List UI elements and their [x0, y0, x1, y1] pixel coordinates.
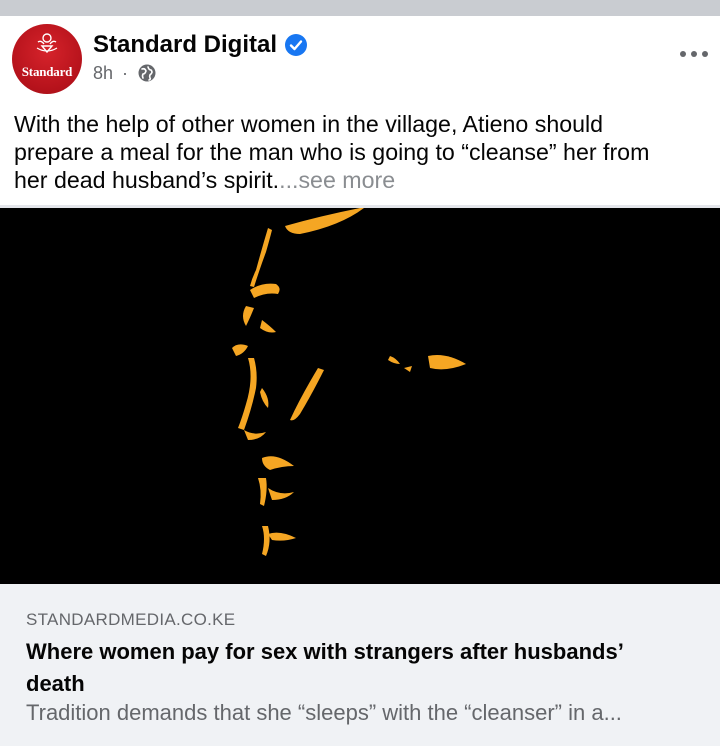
- post-message: With the help of other women in the vill…: [14, 110, 714, 194]
- silhouette-face-image: [0, 208, 720, 584]
- page-name-row: Standard Digital: [93, 30, 308, 60]
- globe-icon[interactable]: [137, 63, 157, 83]
- verified-badge-icon: [285, 34, 308, 56]
- post-text-line: With the help of other women in the vill…: [14, 111, 604, 137]
- post-text-line: prepare a meal for the man who is going …: [14, 139, 650, 165]
- meta-separator: ·: [122, 62, 129, 83]
- see-more-link[interactable]: ...see more: [279, 167, 395, 193]
- post-meta: 8h ·: [93, 60, 157, 86]
- link-preview-image[interactable]: [0, 208, 720, 584]
- page-avatar[interactable]: Standard: [12, 24, 82, 94]
- link-domain: STANDARDMEDIA.CO.KE: [26, 610, 236, 629]
- link-title: Where women pay for sex with strangers a…: [26, 636, 686, 700]
- post-timestamp[interactable]: 8h: [93, 63, 113, 84]
- link-description: Tradition demands that she “sleeps” with…: [26, 700, 622, 725]
- post-text-line-last: her dead husband’s spirit....see more: [14, 166, 714, 194]
- more-options-icon[interactable]: [678, 48, 710, 60]
- avatar-wordmark: Standard: [21, 64, 73, 79]
- link-title-line: death: [26, 671, 85, 696]
- feed-divider: [0, 0, 720, 16]
- coat-of-arms-icon: [36, 33, 58, 54]
- post-text-fragment: her dead husband’s spirit.: [14, 167, 280, 193]
- page-name[interactable]: Standard Digital: [93, 31, 277, 59]
- link-preview-info[interactable]: STANDARDMEDIA.CO.KE Where women pay for …: [0, 584, 720, 746]
- link-title-line: Where women pay for sex with strangers a…: [26, 639, 624, 664]
